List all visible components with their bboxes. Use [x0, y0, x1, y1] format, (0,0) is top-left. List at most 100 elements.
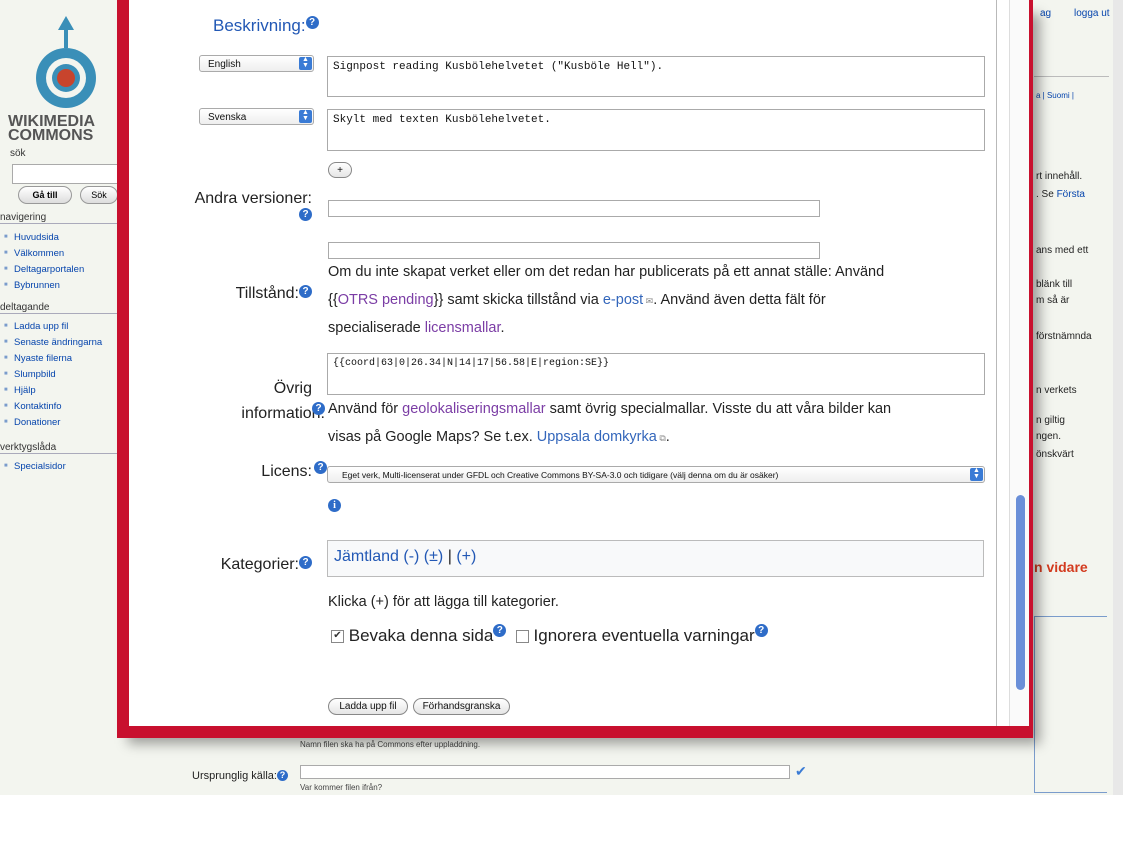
help-icon[interactable]: ?	[305, 16, 319, 29]
permission-label: Tillstånd:?	[236, 285, 312, 303]
license-select[interactable]: Eget verk, Multi-licenserat under GFDL o…	[327, 466, 985, 483]
category-edit-controls[interactable]: (-) (±)	[403, 548, 443, 565]
watch-label: Bevaka denna sida	[348, 626, 494, 645]
participate-heading: deltagande	[0, 302, 125, 314]
permission-text-line-1: Om du inte skapat verket eller om det re…	[328, 264, 885, 280]
external-link-icon: ⧉	[656, 433, 666, 443]
permission-text-line-3: specialiserade licensmallar.	[328, 320, 505, 336]
other-information-text-line-1: Använd för geolokaliseringsmallar samt ö…	[328, 401, 892, 417]
sidebar-item-special-pages[interactable]: Specialsidor	[4, 461, 66, 472]
sidebar-item-newest-files[interactable]: Nyaste filerna	[4, 353, 72, 364]
select-arrow-icon: ▲ ▼	[299, 109, 312, 123]
license-label: Licens:	[261, 463, 312, 480]
sidebar: WIKIMEDIA COMMONS sök Gå till Sök navige…	[0, 0, 125, 795]
help-icon[interactable]: ?	[276, 770, 288, 781]
right-text-7: n verkets	[1036, 385, 1077, 396]
sidebar-item-huvudsida[interactable]: Huvudsida	[4, 232, 59, 243]
ignore-warnings-label: Ignorera eventuella varningar	[533, 626, 755, 645]
help-icon[interactable]: ?	[314, 461, 327, 474]
help-icon[interactable]: ?	[299, 208, 312, 221]
upload-button[interactable]: Ladda upp fil	[328, 698, 408, 715]
search-button[interactable]: Sök	[80, 186, 118, 204]
preview-button[interactable]: Förhandsgranska	[413, 698, 510, 715]
categories-hint: Klicka (+) för att lägga till kategorier…	[328, 594, 559, 610]
right-text-3: ans med ett	[1036, 245, 1089, 256]
scrollbar-thumb[interactable]	[1016, 495, 1025, 690]
source-label: Ursprunglig källa:?	[192, 770, 288, 782]
category-jamtland-link[interactable]: Jämtland	[334, 548, 399, 565]
sidebar-item-help[interactable]: Hjälp	[4, 385, 36, 396]
sidebar-item-upload[interactable]: Ladda upp fil	[4, 321, 69, 332]
source-input[interactable]	[300, 765, 790, 779]
tools-heading: verktygslåda	[0, 442, 125, 454]
options-row: ✔ Bevaka denna sida? Ignorera eventuella…	[331, 624, 768, 648]
watch-checkbox[interactable]: ✔	[331, 630, 344, 644]
read-more-heading: n vidare	[1034, 559, 1088, 575]
category-item: Jämtland (-) (±) | (+)	[334, 548, 476, 566]
sidebar-item-contact[interactable]: Kontaktinfo	[4, 401, 61, 412]
right-text-6: förstnämnda	[1036, 331, 1092, 342]
source-hint: Var kommer filen ifrån?	[300, 783, 383, 792]
help-icon[interactable]: ?	[754, 624, 768, 637]
other-versions-input-1[interactable]	[328, 200, 820, 217]
wikimedia-commons-logo	[36, 16, 96, 108]
description-textarea-svenska[interactable]: Skylt med texten Kusbölehelvetet.	[327, 109, 985, 151]
categories-box: Jämtland (-) (±) | (+)	[327, 540, 984, 577]
upload-form: Beskrivning:? English ▲ ▼ Signpost reading…	[129, 0, 1029, 726]
other-information-label-1: Övrig	[273, 380, 312, 397]
language-select-svenska[interactable]: Svenska ▲ ▼	[199, 108, 314, 125]
sidebar-item-valkommen[interactable]: Välkommen	[4, 248, 64, 259]
personal-link[interactable]: ag	[1040, 8, 1051, 19]
search-input[interactable]	[12, 164, 124, 184]
right-text-2: . Se Första	[1036, 189, 1085, 200]
modal-scrollbar[interactable]	[1009, 0, 1029, 726]
permission-text-line-2: {{OTRS pending}} samt skicka tillstånd v…	[328, 292, 826, 308]
select-arrow-icon: ▲ ▼	[299, 56, 312, 70]
search-label: sök	[10, 148, 26, 159]
mail-icon: ✉	[643, 296, 654, 306]
add-category-link[interactable]: (+)	[456, 548, 476, 565]
checkmark-icon: ✔	[795, 763, 807, 779]
sidebar-item-random-image[interactable]: Slumpbild	[4, 369, 56, 380]
license-templates-link[interactable]: licensmallar	[425, 320, 501, 336]
sidebar-item-bybrunnen[interactable]: Bybrunnen	[4, 280, 60, 291]
sidebar-item-recent-changes[interactable]: Senaste ändringarna	[4, 337, 102, 348]
other-versions-label: Andra versioner:	[194, 190, 312, 207]
geolocation-templates-link[interactable]: geolokaliseringsmallar	[402, 401, 545, 417]
otrs-pending-link[interactable]: OTRS pending	[338, 292, 434, 308]
add-description-button[interactable]: +	[328, 162, 352, 178]
select-arrow-icon: ▲ ▼	[970, 467, 983, 481]
other-versions-input-2[interactable]	[328, 242, 820, 259]
zoom-overlay: Beskrivning:? English ▲ ▼ Signpost reading…	[117, 0, 1033, 738]
help-icon[interactable]: ?	[299, 285, 312, 298]
info-icon[interactable]: i	[328, 499, 341, 512]
help-icon[interactable]: ?	[493, 624, 507, 637]
logout-link[interactable]: logga ut	[1074, 8, 1110, 19]
other-information-textarea[interactable]: {{coord|63|0|26.34|N|14|17|56.58|E|regio…	[327, 353, 985, 395]
go-button[interactable]: Gå till	[18, 186, 72, 204]
other-information-text-line-2: visas på Google Maps? Se t.ex. Uppsala d…	[328, 429, 670, 445]
right-panel: ag logga ut a | Suomi | rt innehåll. . S…	[1030, 0, 1123, 795]
description-label: Beskrivning:?	[213, 16, 319, 36]
ignore-warnings-checkbox[interactable]	[515, 630, 529, 644]
sidebar-item-deltagarportalen[interactable]: Deltagarportalen	[4, 264, 84, 275]
right-box	[1034, 616, 1107, 793]
email-link[interactable]: e-post	[603, 292, 643, 308]
categories-label: Kategorier:?	[221, 556, 312, 574]
page-scrollbar[interactable]	[1113, 0, 1123, 795]
forsta-link[interactable]: Första	[1057, 189, 1085, 200]
divider	[1034, 76, 1109, 77]
uppsala-cathedral-link[interactable]: Uppsala domkyrka	[537, 429, 657, 445]
frame-border	[996, 0, 997, 726]
right-text-4: blänk till	[1036, 279, 1073, 290]
language-links[interactable]: a | Suomi |	[1036, 91, 1074, 100]
language-select-english[interactable]: English ▲ ▼	[199, 55, 314, 72]
right-text-5: m så är	[1036, 295, 1070, 306]
help-icon[interactable]: ?	[299, 556, 312, 569]
description-textarea-english[interactable]: Signpost reading Kusbölehelvetet ("Kusbö…	[327, 56, 985, 97]
help-icon[interactable]: ?	[312, 402, 325, 415]
nav-heading: navigering	[0, 212, 125, 224]
logo-wordmark: WIKIMEDIA COMMONS	[8, 113, 96, 144]
right-text-8: n giltig	[1036, 415, 1065, 426]
sidebar-item-donations[interactable]: Donationer	[4, 417, 61, 428]
